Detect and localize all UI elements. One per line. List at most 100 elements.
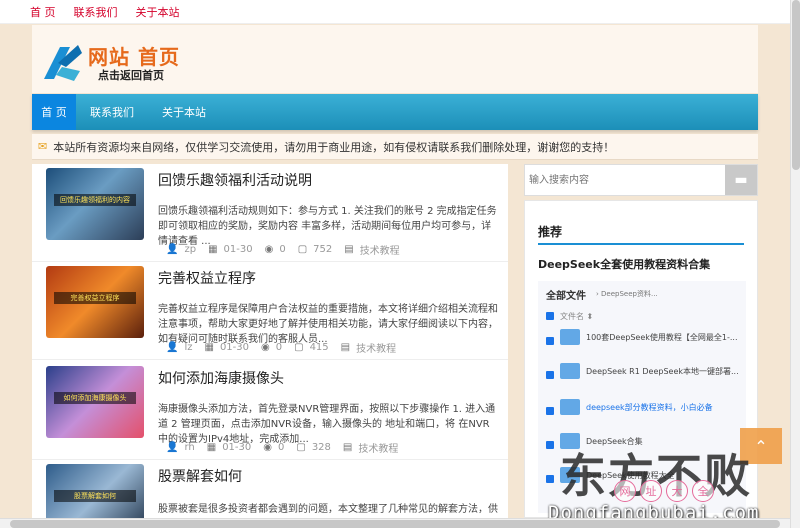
nav-item-home[interactable]: 首 页 [32,94,76,130]
post-meta: 👤 zp ▦ 01-30 ◉ 0 ▢ 752 ▤ 技术教程 [166,242,408,257]
post-list: 回馈乐趣领福利的内容 回馈乐趣领福利活动说明 回馈乐趣领福利活动规则如下：参与方… [32,164,508,528]
notice-text: 本站所有资源均来自网络，仅供学习交流使用，请勿用于商业用途，如有侵权请联系我们删… [53,140,615,154]
post-meta: 👤 lz ▦ 01-30 ◉ 0 ▢ 415 ▤ 技术教程 [166,340,404,355]
eye-icon: ◉ [261,342,270,353]
views-icon: ▢ [294,342,304,353]
checkbox-icon [546,475,554,483]
brand-subtitle[interactable]: 点击返回首页 [98,67,164,83]
category-icon: ▤ [340,342,351,353]
post-date: 01-30 [219,342,249,353]
file-row: deepseek部分教程资料，小白必备 [544,397,744,423]
site-logo-icon[interactable] [40,41,84,85]
files-column: 文件名 ⬍ [560,312,594,321]
post-thumbnail[interactable]: 完善权益立程序 [46,266,144,338]
calendar-icon: ▦ [204,342,214,353]
post-views: 415 [309,342,329,353]
top-bar: 首 页 联系我们 关于本站 [0,0,790,24]
horizontal-scrollbar[interactable] [0,518,790,528]
scrollbar-thumb[interactable] [10,520,780,528]
post-comments: 0 [277,442,285,453]
post-category[interactable]: 技术教程 [360,242,400,257]
widget-subtitle[interactable]: DeepSeek全套使用教程资料合集 [538,256,710,272]
watermark-badges: 网 址 大 全 [614,480,714,502]
eye-icon: ◉ [263,442,272,453]
folder-icon [560,329,580,345]
post-date: 01-30 [223,244,253,255]
calendar-icon: ▦ [208,244,218,255]
post-author[interactable]: lz [184,342,192,353]
post-title[interactable]: 如何添加海康摄像头 [158,368,284,388]
user-icon: 👤 [166,244,179,255]
widget-title: 推荐 [538,225,563,239]
checkbox-icon [546,371,554,379]
file-name: DeepSeek R1 DeepSeek本地一键部署... [586,367,739,376]
post-title[interactable]: 回馈乐趣领福利活动说明 [158,170,312,190]
file-name: deepseek部分教程资料，小白必备 [586,403,713,412]
post-excerpt: 股票被套是很多投资者都会遇到的问题，本文整理了几种常见的解套方法，供大家参考学习… [158,504,498,515]
post-title[interactable]: 完善权益立程序 [158,268,256,288]
post-thumbnail[interactable]: 如何添加海康摄像头 [46,366,144,438]
category-icon: ▤ [344,244,354,255]
files-column-row: 文件名 ⬍ [544,309,744,323]
user-icon: 👤 [166,342,179,353]
file-name: 100套DeepSeek使用教程【全网最全1-... [586,333,738,342]
folder-icon [560,399,580,415]
brand-title[interactable]: 网站 首页 [88,41,180,70]
list-item: 股票解套如何 股票解套如何 股票被套是很多投资者都会遇到的问题，本文整理了几种常… [32,460,508,528]
calendar-icon: ▦ [206,442,217,453]
nav-item-about[interactable]: 关于本站 [148,94,220,130]
post-comments: 0 [275,342,283,353]
top-link-contact[interactable]: 联系我们 [74,4,118,20]
top-link-home[interactable]: 首 页 [30,4,56,20]
post-author[interactable]: zp [184,244,196,255]
watermark-badge: 全 [692,480,714,502]
list-item: 完善权益立程序 完善权益立程序 完善权益立程序是保障用户合法权益的重要措施，本文… [32,262,508,360]
mail-icon: ✉ [38,140,48,153]
views-icon: ▢ [296,442,306,453]
search-box: ▬ [524,164,758,196]
site-header: 网站 首页 点击返回首页 [32,25,758,93]
checkbox-icon [546,441,554,449]
files-path: › DeepSeep资料... [596,290,658,298]
post-category[interactable]: 技术教程 [356,340,396,355]
post-comments: 0 [279,244,286,255]
post-views: 752 [313,244,333,255]
watermark-badge: 网 [614,480,636,502]
post-meta: 👤 rh ▦ 01-30 ◉ 0 ▢ 328 ▤ 技术教程 [166,440,406,455]
list-item: 如何添加海康摄像头 如何添加海康摄像头 海康摄像头添加方法，首先登录NVR管理界… [32,362,508,460]
folder-icon [560,363,580,379]
checkbox-icon [546,312,554,320]
notice-bar: ✉ 本站所有资源均来自网络，仅供学习交流使用，请勿用于商业用途，如有侵权请联系我… [32,134,758,160]
search-input[interactable] [529,169,719,191]
top-link-about[interactable]: 关于本站 [136,4,180,20]
search-button[interactable]: ▬ [725,165,757,195]
files-header: 全部文件 [546,291,586,302]
thumbnail-tag: 完善权益立程序 [54,292,136,304]
post-title[interactable]: 股票解套如何 [158,466,242,486]
eye-icon: ◉ [264,244,274,255]
post-views: 328 [311,442,331,453]
category-icon: ▤ [342,442,353,453]
file-row: 100套DeepSeek使用教程【全网最全1-... [544,327,744,353]
user-icon: 👤 [166,442,179,453]
views-icon: ▢ [297,244,308,255]
post-category[interactable]: 技术教程 [358,440,398,455]
search-icon: ▬ [734,172,748,188]
post-date: 01-30 [222,442,252,453]
post-author[interactable]: rh [184,442,194,453]
list-item: 回馈乐趣领福利的内容 回馈乐趣领福利活动说明 回馈乐趣领福利活动规则如下：参与方… [32,164,508,262]
post-thumbnail[interactable]: 回馈乐趣领福利的内容 [46,168,144,240]
arrow-up-icon: ⌃ [754,436,768,456]
watermark-badge: 址 [640,480,662,502]
checkbox-icon [546,337,554,345]
nav-item-contact[interactable]: 联系我们 [76,94,148,130]
vertical-scrollbar[interactable] [790,0,800,528]
thumbnail-tag: 如何添加海康摄像头 [54,392,136,404]
file-row: DeepSeek R1 DeepSeek本地一键部署... [544,361,744,387]
thumbnail-tag: 回馈乐趣领福利的内容 [54,194,136,206]
main-nav: 首 页 联系我们 关于本站 [32,94,758,130]
thumbnail-tag: 股票解套如何 [54,490,136,502]
widget-divider [538,243,744,245]
checkbox-icon [546,407,554,415]
scrollbar-thumb[interactable] [792,0,800,170]
